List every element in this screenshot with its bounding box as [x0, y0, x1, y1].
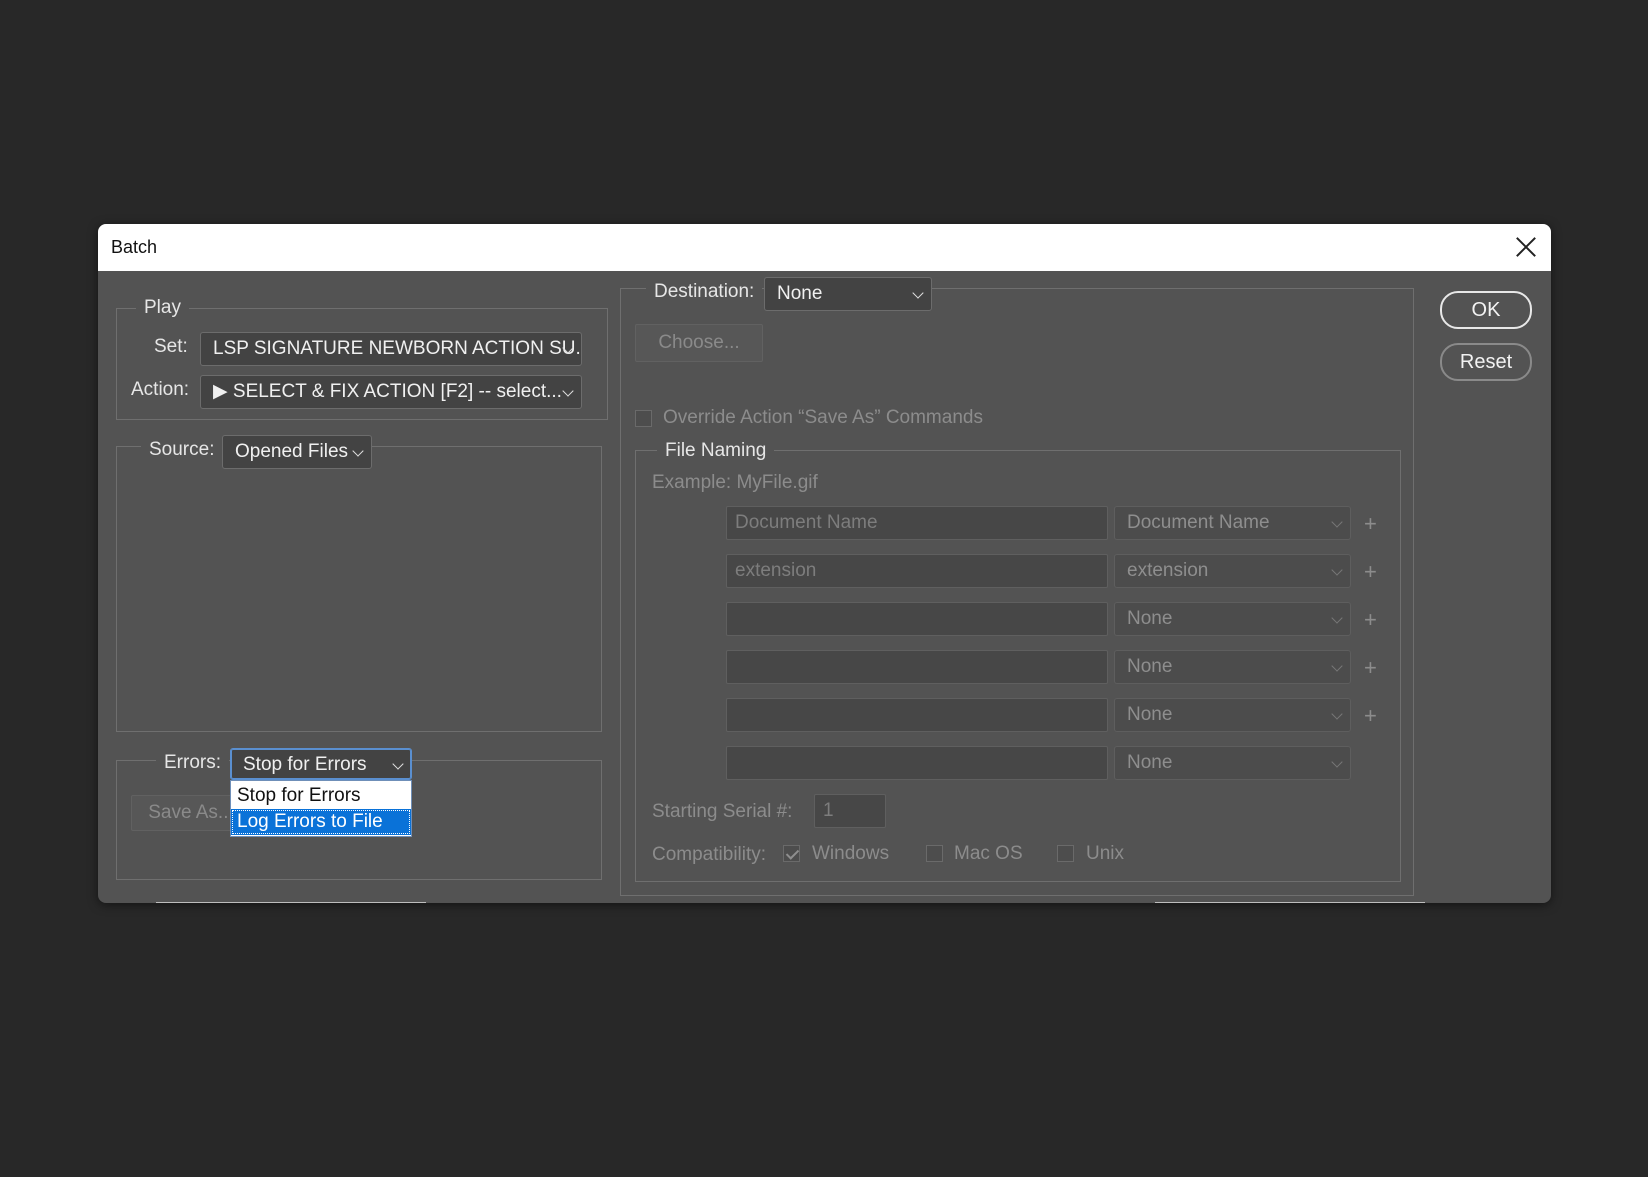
destination-value: None — [777, 283, 823, 304]
naming-field-5[interactable] — [726, 698, 1108, 732]
ok-button[interactable]: OK — [1440, 291, 1532, 329]
play-legend: Play — [136, 296, 189, 320]
naming-select-1[interactable]: Document Name — [1114, 506, 1351, 540]
plus-icon[interactable]: + — [1364, 560, 1377, 584]
windows-label: Windows — [812, 843, 890, 864]
compatibility-label: Compatibility: — [652, 844, 767, 865]
close-icon[interactable] — [1513, 234, 1539, 260]
naming-select-6[interactable]: None — [1114, 746, 1351, 780]
naming-select-4[interactable]: None — [1114, 650, 1351, 684]
macos-label: Mac OS — [954, 843, 1023, 864]
source-select[interactable]: Opened Files — [222, 435, 372, 469]
plus-icon[interactable]: + — [1364, 704, 1377, 728]
unix-label: Unix — [1086, 843, 1125, 864]
source-label: Source: — [141, 438, 223, 462]
naming-field-4[interactable] — [726, 650, 1108, 684]
errors-label: Errors: — [156, 751, 229, 775]
set-select[interactable]: LSP SIGNATURE NEWBORN ACTION SU... — [200, 332, 582, 366]
starting-serial-label: Starting Serial #: — [652, 801, 793, 822]
file-naming-example: Example: MyFile.gif — [652, 472, 818, 493]
override-checkbox[interactable] — [635, 410, 652, 427]
naming-field-1[interactable]: Document Name — [726, 506, 1108, 540]
file-naming-legend: File Naming — [657, 439, 775, 463]
divider — [1155, 902, 1425, 903]
errors-option-stop[interactable]: Stop for Errors — [231, 783, 411, 809]
reset-button[interactable]: Reset — [1440, 343, 1532, 381]
naming-field-6[interactable] — [726, 746, 1108, 780]
source-value: Opened Files — [235, 441, 349, 462]
action-select[interactable]: ▶ SELECT & FIX ACTION [F2] -- select... — [200, 375, 582, 409]
unix-checkbox[interactable] — [1057, 845, 1074, 862]
action-value: ▶ SELECT & FIX ACTION [F2] -- select... — [213, 381, 562, 402]
naming-select-2[interactable]: extension — [1114, 554, 1351, 588]
errors-dropdown-list: Stop for Errors Log Errors to File — [230, 780, 412, 837]
errors-select[interactable]: Stop for Errors — [230, 748, 412, 780]
naming-select-3[interactable]: None — [1114, 602, 1351, 636]
plus-icon[interactable]: + — [1364, 512, 1377, 536]
macos-checkbox[interactable] — [926, 845, 943, 862]
override-label: Override Action “Save As” Commands — [663, 407, 983, 428]
destination-label: Destination: — [646, 280, 763, 304]
action-label: Action: — [131, 379, 190, 400]
naming-select-5[interactable]: None — [1114, 698, 1351, 732]
batch-dialog: Batch Play Set: LSP SIGNATURE NEWBORN AC… — [98, 224, 1551, 903]
choose-button[interactable]: Choose... — [635, 324, 763, 362]
source-group — [116, 446, 602, 732]
windows-checkbox[interactable] — [783, 845, 800, 862]
errors-option-log[interactable]: Log Errors to File — [231, 809, 411, 835]
plus-icon[interactable]: + — [1364, 608, 1377, 632]
set-value: LSP SIGNATURE NEWBORN ACTION SU... — [213, 338, 582, 359]
title-bar: Batch — [98, 224, 1551, 271]
starting-serial-input[interactable]: 1 — [814, 794, 886, 828]
window-title: Batch — [111, 237, 158, 257]
naming-field-2[interactable]: extension — [726, 554, 1108, 588]
set-label: Set: — [154, 336, 188, 357]
errors-value: Stop for Errors — [243, 754, 367, 775]
divider — [156, 902, 426, 903]
plus-icon[interactable]: + — [1364, 656, 1377, 680]
naming-field-3[interactable] — [726, 602, 1108, 636]
destination-select[interactable]: None — [764, 277, 932, 311]
